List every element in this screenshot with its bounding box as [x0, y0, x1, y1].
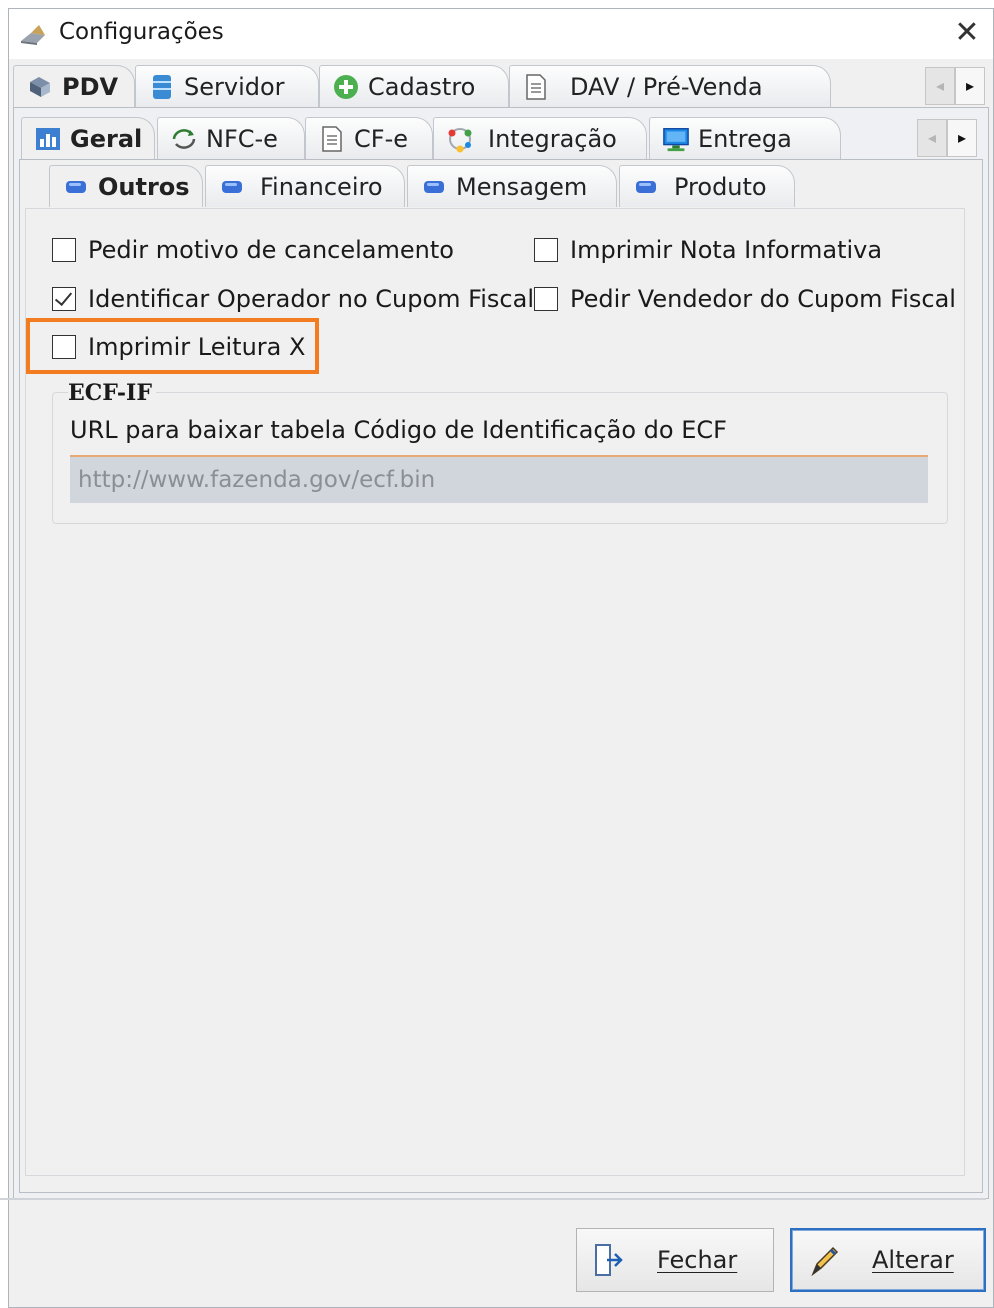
tab-scroll-left-button[interactable]: ◂ — [925, 67, 955, 105]
tab-scroll-left-button[interactable]: ◂ — [917, 119, 947, 157]
blue-dot-icon — [420, 173, 448, 201]
tab-servidor-label: Servidor — [184, 72, 285, 101]
tab-integracao-label: Integração — [488, 124, 617, 153]
fechar-label: Fechar — [657, 1246, 738, 1274]
tab-nfc-e[interactable]: NFC-e — [157, 117, 305, 159]
close-window-button[interactable]: ✕ — [947, 13, 987, 53]
tab-outros[interactable]: Outros — [49, 165, 203, 207]
chart-icon — [34, 125, 62, 153]
tab-row-geral: Outros Financeiro Mensagem Produto — [9, 161, 993, 207]
footer-separator — [0, 1198, 986, 1200]
tab-pdv-label: PDV — [62, 72, 119, 101]
checkbox[interactable] — [534, 238, 558, 262]
tab-mensagem-label: Mensagem — [456, 172, 588, 201]
tab-geral[interactable]: Geral — [21, 117, 155, 159]
tab-produto-label: Produto — [674, 172, 767, 201]
option-label: Pedir Vendedor do Cupom Fiscal — [570, 285, 956, 313]
tab-scroll-main: ◂ ▸ — [925, 67, 985, 105]
blue-dot-icon — [632, 173, 660, 201]
checkbox-checked[interactable] — [52, 287, 76, 311]
option-imprimir-nota-informativa[interactable]: Imprimir Nota Informativa — [534, 236, 882, 264]
tab-financeiro-label: Financeiro — [260, 172, 383, 201]
exit-icon — [591, 1240, 627, 1280]
tab-pdv[interactable]: PDV — [13, 65, 135, 107]
title-bar: Configurações ✕ — [9, 9, 993, 59]
ecf-if-group-title: ECF-IF — [68, 380, 156, 406]
pdv-icon — [26, 73, 54, 101]
alterar-label: Alterar — [872, 1246, 954, 1274]
option-identificar-operador[interactable]: Identificar Operador no Cupom Fiscal — [52, 285, 534, 313]
tab-servidor[interactable]: Servidor — [135, 65, 319, 107]
tab-row-main: PDV Servidor Cadastro DAV / Pré-Venda ◂ … — [9, 61, 993, 107]
fechar-button[interactable]: Fechar — [576, 1228, 774, 1292]
document-icon — [522, 73, 550, 101]
tab-scroll-pdv: ◂ ▸ — [917, 119, 977, 157]
option-label: Imprimir Nota Informativa — [570, 236, 883, 264]
tab-financeiro[interactable]: Financeiro — [205, 165, 405, 207]
sync-icon — [170, 125, 198, 153]
url-input[interactable] — [70, 455, 928, 503]
tab-cadastro-label: Cadastro — [368, 72, 476, 101]
tab-scroll-right-button[interactable]: ▸ — [947, 119, 977, 157]
alterar-button[interactable]: Alterar — [790, 1228, 986, 1292]
option-pedir-vendedor[interactable]: Pedir Vendedor do Cupom Fiscal — [534, 285, 956, 313]
tab-mensagem[interactable]: Mensagem — [407, 165, 617, 207]
option-pedir-motivo-cancelamento[interactable]: Pedir motivo de cancelamento — [52, 236, 454, 264]
database-icon — [148, 73, 176, 101]
tab-geral-label: Geral — [70, 124, 143, 153]
tab-nfc-e-label: NFC-e — [206, 124, 278, 153]
document-icon — [318, 125, 346, 153]
window-title: Configurações — [59, 19, 224, 45]
blue-dot-icon — [218, 173, 246, 201]
app-icon — [19, 21, 49, 47]
tab-integracao[interactable]: Integração — [433, 117, 647, 159]
tab-entrega-label: Entrega — [698, 124, 792, 153]
tab-entrega[interactable]: Entrega — [649, 117, 841, 159]
monitor-icon — [662, 125, 690, 153]
url-label: URL para baixar tabela Código de Identif… — [70, 416, 727, 444]
tab-outros-label: Outros — [98, 172, 190, 201]
tab-scroll-right-button[interactable]: ▸ — [955, 67, 985, 105]
option-label: Pedir motivo de cancelamento — [88, 236, 454, 264]
integration-icon — [446, 125, 474, 153]
tab-produto[interactable]: Produto — [619, 165, 795, 207]
option-label: Identificar Operador no Cupom Fiscal — [88, 285, 534, 313]
tab-row-pdv: Geral NFC-e CF-e Integração Entrega ◂ ▸ — [9, 113, 993, 159]
tab-cadastro[interactable]: Cadastro — [319, 65, 509, 107]
tab-cf-e-label: CF-e — [354, 124, 408, 153]
add-icon — [332, 73, 360, 101]
checkbox[interactable] — [534, 287, 558, 311]
checkbox[interactable] — [52, 238, 76, 262]
highlight-box — [26, 318, 319, 374]
blue-dot-icon — [62, 173, 90, 201]
tab-cf-e[interactable]: CF-e — [305, 117, 433, 159]
edit-icon — [806, 1240, 842, 1280]
tab-dav-label: DAV / Pré-Venda — [570, 72, 763, 101]
tab-dav-pre-venda[interactable]: DAV / Pré-Venda — [509, 65, 831, 107]
